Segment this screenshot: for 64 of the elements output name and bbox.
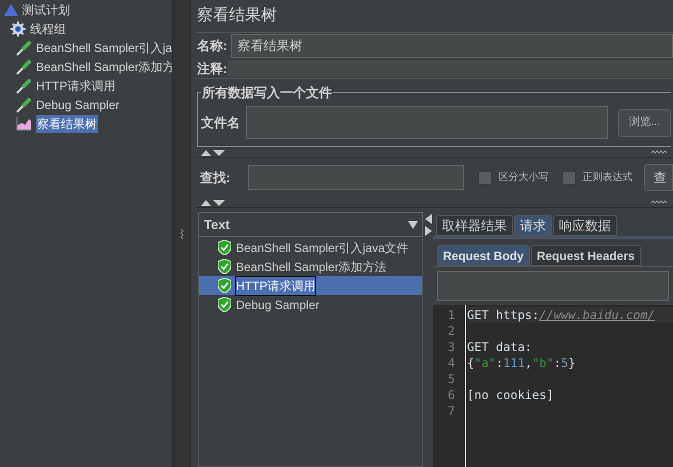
caret-icon bbox=[408, 220, 418, 228]
renderer-dropdown[interactable]: Text bbox=[198, 212, 423, 237]
tree-item[interactable]: Debug Sampler bbox=[36, 96, 120, 114]
code-line: [no cookies] bbox=[467, 388, 554, 402]
name-field[interactable]: 察看结果树 bbox=[231, 34, 673, 58]
code-line: GET https://www.baidu.com/ bbox=[467, 308, 655, 322]
search-button[interactable]: 查 bbox=[644, 164, 673, 191]
line-number: 2 bbox=[446, 323, 456, 339]
tab[interactable]: 取样器结果 bbox=[436, 215, 513, 236]
pipette-icon bbox=[16, 40, 32, 56]
split-arrows-icon[interactable] bbox=[201, 148, 225, 156]
shield-check-icon bbox=[218, 278, 231, 293]
triangle-icon bbox=[4, 4, 18, 16]
line-number: 6 bbox=[446, 387, 456, 403]
tree-item[interactable]: HTTP请求调用 bbox=[36, 76, 116, 94]
result-row[interactable]: BeanShell Sampler引入java文件 bbox=[199, 238, 422, 257]
group-legend: 所有数据写入一个文件 bbox=[201, 83, 333, 102]
result-label: Debug Sampler bbox=[236, 296, 320, 314]
panel-title: 察看结果树 bbox=[196, 6, 278, 26]
code-line: {"a":111,"b":5} bbox=[467, 356, 576, 370]
checkbox-label: 区分大小写 bbox=[498, 170, 548, 185]
grip-icon[interactable] bbox=[180, 228, 184, 238]
gear-icon bbox=[10, 20, 26, 36]
result-label: HTTP请求调用 bbox=[236, 276, 316, 294]
chart-icon bbox=[16, 116, 32, 130]
tree-item[interactable]: 线程组 bbox=[30, 20, 66, 38]
tab[interactable]: Request Headers bbox=[530, 245, 641, 266]
comment-field[interactable] bbox=[228, 60, 673, 77]
pipette-icon bbox=[16, 78, 32, 94]
tab[interactable]: 响应数据 bbox=[553, 215, 617, 236]
code-line: GET data: bbox=[467, 340, 532, 354]
shield-check-icon bbox=[218, 259, 231, 274]
filename-field[interactable] bbox=[246, 106, 608, 139]
line-number: 4 bbox=[446, 355, 456, 371]
line-number: 3 bbox=[446, 339, 456, 355]
tree-item[interactable]: 察看结果树 bbox=[36, 114, 98, 132]
line-number: 7 bbox=[446, 403, 456, 419]
result-row[interactable]: Debug Sampler bbox=[199, 295, 422, 314]
result-row[interactable]: BeanShell Sampler添加方法 bbox=[199, 257, 422, 276]
shield-check-icon bbox=[218, 240, 231, 255]
browse-button[interactable]: 浏览... bbox=[618, 108, 671, 136]
tree-item[interactable]: 测试计划 bbox=[22, 0, 70, 18]
line-number: 5 bbox=[446, 371, 456, 387]
result-label: BeanShell Sampler引入java文件 bbox=[236, 240, 409, 256]
line-number: 1 bbox=[446, 307, 456, 323]
tab[interactable]: 请求 bbox=[514, 215, 552, 236]
field-label: 名称: bbox=[197, 37, 228, 56]
field-label: 查找: bbox=[200, 168, 232, 187]
shield-check-icon bbox=[218, 297, 231, 312]
tree-item[interactable]: BeanShell Sampler引入ja bbox=[36, 38, 172, 56]
result-row[interactable]: HTTP请求调用 bbox=[199, 276, 422, 295]
split-arrows-icon[interactable] bbox=[201, 198, 225, 206]
grip-icon[interactable] bbox=[651, 200, 667, 204]
field-label: 文件名 bbox=[201, 114, 240, 132]
checkbox[interactable] bbox=[562, 170, 576, 184]
field-label: 注释: bbox=[197, 60, 228, 78]
checkbox[interactable] bbox=[478, 170, 492, 184]
grip-icon[interactable] bbox=[651, 150, 667, 154]
pipette-icon bbox=[16, 96, 32, 112]
pipette-icon bbox=[16, 58, 32, 74]
tab[interactable]: Request Body bbox=[437, 245, 530, 266]
result-label: BeanShell Sampler添加方法 bbox=[236, 258, 387, 276]
checkbox-label: 正则表达式 bbox=[582, 170, 632, 185]
search-field[interactable] bbox=[248, 165, 464, 190]
